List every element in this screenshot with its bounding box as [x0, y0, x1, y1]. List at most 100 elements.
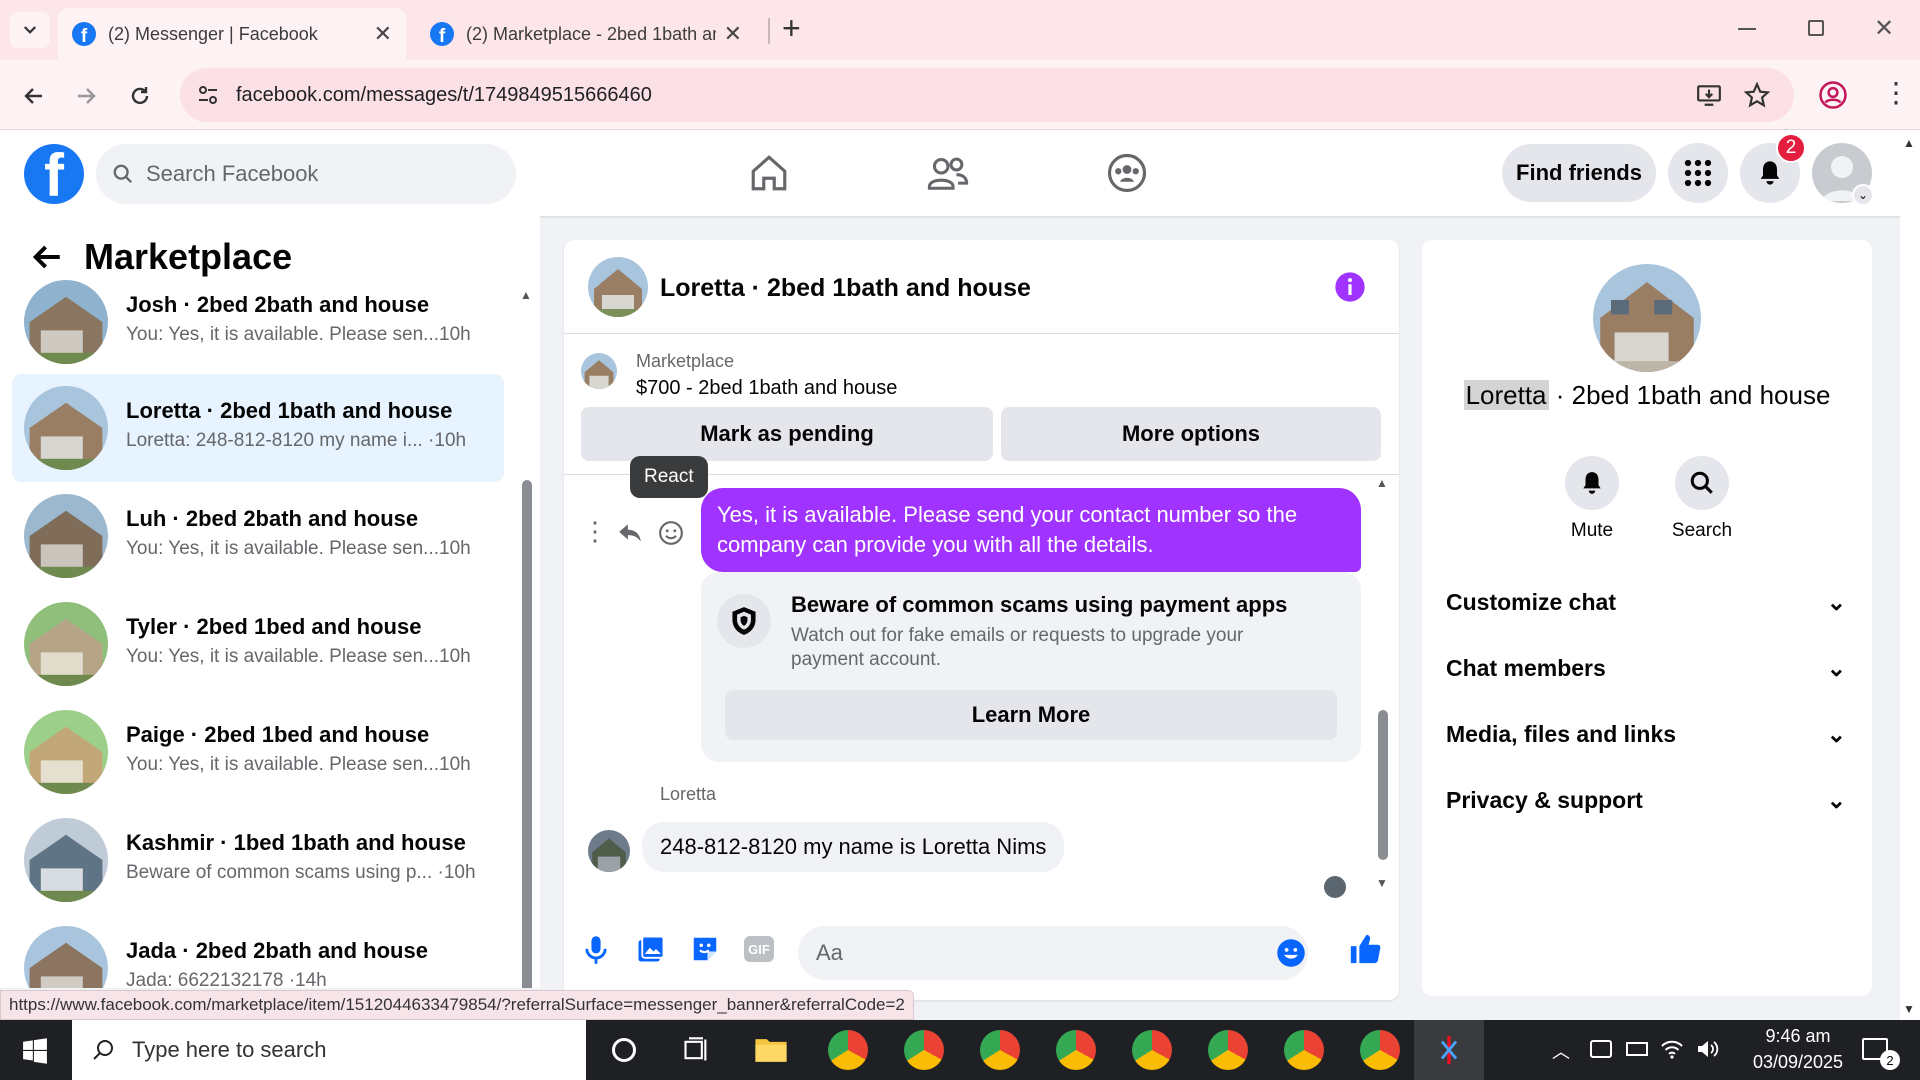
- install-app-icon[interactable]: [1696, 82, 1722, 108]
- chrome-icon[interactable]: [1284, 1030, 1324, 1070]
- home-icon[interactable]: [748, 152, 790, 194]
- minimize-button[interactable]: [1738, 28, 1756, 30]
- conversation-item[interactable]: Loretta · 2bed 1bath and house Loretta: 2…: [12, 374, 504, 482]
- media-files-links-section[interactable]: Media, files and links ⌄: [1446, 714, 1846, 754]
- file-explorer-icon[interactable]: [754, 1034, 788, 1064]
- sender-avatar[interactable]: [588, 830, 630, 872]
- preview-time: 10h: [434, 430, 467, 451]
- chat-avatar[interactable]: [588, 257, 648, 317]
- taskbar-search-box[interactable]: Type here to search: [72, 1020, 586, 1080]
- browser-toolbar: facebook.com/messages/t/1749849515666460…: [0, 60, 1920, 130]
- chat-header: Loretta · 2bed 1bath and house: [564, 240, 1399, 334]
- task-view-icon[interactable]: [682, 1036, 710, 1064]
- battery-icon[interactable]: [1626, 1042, 1648, 1056]
- volume-icon[interactable]: [1696, 1038, 1720, 1060]
- chat-scroll-down-icon[interactable]: ▼: [1376, 876, 1388, 890]
- chrome-icon[interactable]: [1132, 1030, 1172, 1070]
- snipping-tool-button[interactable]: [1414, 1020, 1484, 1080]
- react-emoji-icon[interactable]: [658, 520, 684, 546]
- cortana-icon[interactable]: [612, 1038, 636, 1062]
- address-bar[interactable]: facebook.com/messages/t/1749849515666460: [180, 68, 1794, 122]
- facebook-logo[interactable]: f: [24, 144, 84, 204]
- site-settings-icon[interactable]: [196, 83, 220, 107]
- sticker-icon[interactable]: [690, 934, 720, 964]
- message-input[interactable]: Aa: [798, 926, 1308, 980]
- chrome-icon[interactable]: [828, 1030, 868, 1070]
- mute-button[interactable]: Mute: [1562, 456, 1622, 542]
- close-window-button[interactable]: ✕: [1874, 14, 1894, 43]
- restore-button[interactable]: [1808, 20, 1824, 36]
- arrow-left-icon: [24, 88, 42, 104]
- list-scrollbar-thumb[interactable]: [522, 480, 532, 988]
- facebook-favicon-icon: f: [430, 22, 454, 46]
- mark-as-pending-button[interactable]: Mark as pending: [581, 407, 993, 461]
- thumbs-up-icon[interactable]: [1348, 932, 1382, 966]
- wifi-icon[interactable]: [1660, 1038, 1684, 1060]
- conversation-item[interactable]: Jada · 2bed 2bath and house Jada: 6622132…: [12, 914, 504, 988]
- chrome-icon[interactable]: [1056, 1030, 1096, 1070]
- privacy-support-section[interactable]: Privacy & support ⌄: [1446, 780, 1846, 820]
- info-icon[interactable]: [1334, 271, 1366, 303]
- close-tab-icon[interactable]: ✕: [374, 21, 392, 47]
- gif-icon[interactable]: GIF: [744, 936, 774, 962]
- tab-search-button[interactable]: [10, 12, 50, 48]
- forward-button[interactable]: [68, 78, 104, 114]
- conversation-item[interactable]: Kashmir · 1bed 1bath and house Beware of …: [12, 806, 504, 914]
- menu-button[interactable]: [1668, 143, 1728, 203]
- url-text: facebook.com/messages/t/1749849515666460: [236, 83, 652, 106]
- emoji-icon[interactable]: [1276, 938, 1306, 968]
- search-placeholder: Search Facebook: [146, 161, 319, 186]
- contact-avatar[interactable]: [1593, 264, 1701, 372]
- notifications-button[interactable]: 2: [1740, 133, 1806, 203]
- conversation-item[interactable]: Tyler · 2bed 1bed and house You: Yes, it …: [12, 590, 504, 698]
- tray-meet-icon[interactable]: [1590, 1040, 1612, 1058]
- more-options-button[interactable]: More options: [1001, 407, 1381, 461]
- chrome-icon[interactable]: [904, 1030, 944, 1070]
- clock-time[interactable]: 9:46 am: [1746, 1026, 1850, 1047]
- groups-icon[interactable]: [1106, 152, 1148, 194]
- back-button[interactable]: [16, 78, 52, 114]
- new-tab-button[interactable]: +: [782, 10, 801, 47]
- account-chevron-icon[interactable]: ⌄: [1852, 184, 1874, 206]
- photo-icon[interactable]: [636, 934, 666, 964]
- reply-icon[interactable]: [616, 520, 644, 546]
- conversation-item[interactable]: Paige · 2bed 1bed and house You: Yes, it …: [12, 698, 504, 806]
- windows-start-icon[interactable]: [22, 1038, 48, 1064]
- conversation-avatar: [24, 818, 108, 902]
- tab-messenger[interactable]: f (2) Messenger | Facebook ✕: [58, 8, 406, 60]
- friends-icon[interactable]: [926, 152, 970, 194]
- conversation-item[interactable]: Josh · 2bed 2bath and house You: Yes, it …: [12, 268, 504, 376]
- chat-members-section[interactable]: Chat members ⌄: [1446, 648, 1846, 688]
- tab-marketplace[interactable]: f (2) Marketplace - 2bed 1bath ar ✕: [416, 8, 756, 60]
- find-friends-button[interactable]: Find friends: [1502, 144, 1656, 202]
- message-more-icon[interactable]: ⋮: [582, 516, 608, 547]
- bookmark-star-icon[interactable]: [1744, 82, 1770, 108]
- chat-scroll-up-icon[interactable]: ▲: [1376, 476, 1388, 490]
- received-message-bubble[interactable]: 248-812-8120 my name is Loretta Nims: [642, 822, 1065, 872]
- search-conversation-button[interactable]: Search: [1662, 456, 1742, 542]
- page-scrollbar[interactable]: [1900, 130, 1920, 1020]
- action-center-badge: 2: [1880, 1050, 1900, 1070]
- microphone-icon[interactable]: [582, 934, 610, 966]
- browser-menu-icon[interactable]: ⋮: [1882, 76, 1910, 110]
- page-scroll-down-icon[interactable]: ▼: [1903, 1002, 1915, 1016]
- page-scroll-up-icon[interactable]: ▲: [1903, 136, 1915, 150]
- chrome-icon[interactable]: [1208, 1030, 1248, 1070]
- chat-scrollbar-thumb[interactable]: [1378, 710, 1388, 860]
- chrome-icon[interactable]: [980, 1030, 1020, 1070]
- customize-chat-section[interactable]: Customize chat ⌄: [1446, 582, 1846, 622]
- tray-chevron-up-icon[interactable]: ︿: [1552, 1038, 1570, 1064]
- conversation-item[interactable]: Luh · 2bed 2bath and house You: Yes, it i…: [12, 482, 504, 590]
- clock-date[interactable]: 03/09/2025: [1738, 1052, 1858, 1073]
- list-scroll-up-icon[interactable]: ▲: [520, 288, 532, 302]
- sent-message-bubble[interactable]: Yes, it is available. Please send your c…: [701, 488, 1361, 572]
- learn-more-button[interactable]: Learn More: [725, 690, 1337, 740]
- reload-button[interactable]: [122, 78, 158, 114]
- listing-banner[interactable]: Marketplace $700 - 2bed 1bath and house …: [564, 335, 1399, 475]
- close-tab-icon[interactable]: ✕: [724, 21, 742, 47]
- chrome-icon[interactable]: [1360, 1030, 1400, 1070]
- react-tooltip: React: [630, 456, 708, 498]
- chat-title[interactable]: Loretta · 2bed 1bath and house: [660, 274, 1031, 303]
- facebook-search-input[interactable]: Search Facebook: [96, 144, 516, 204]
- profile-icon[interactable]: [1818, 80, 1848, 110]
